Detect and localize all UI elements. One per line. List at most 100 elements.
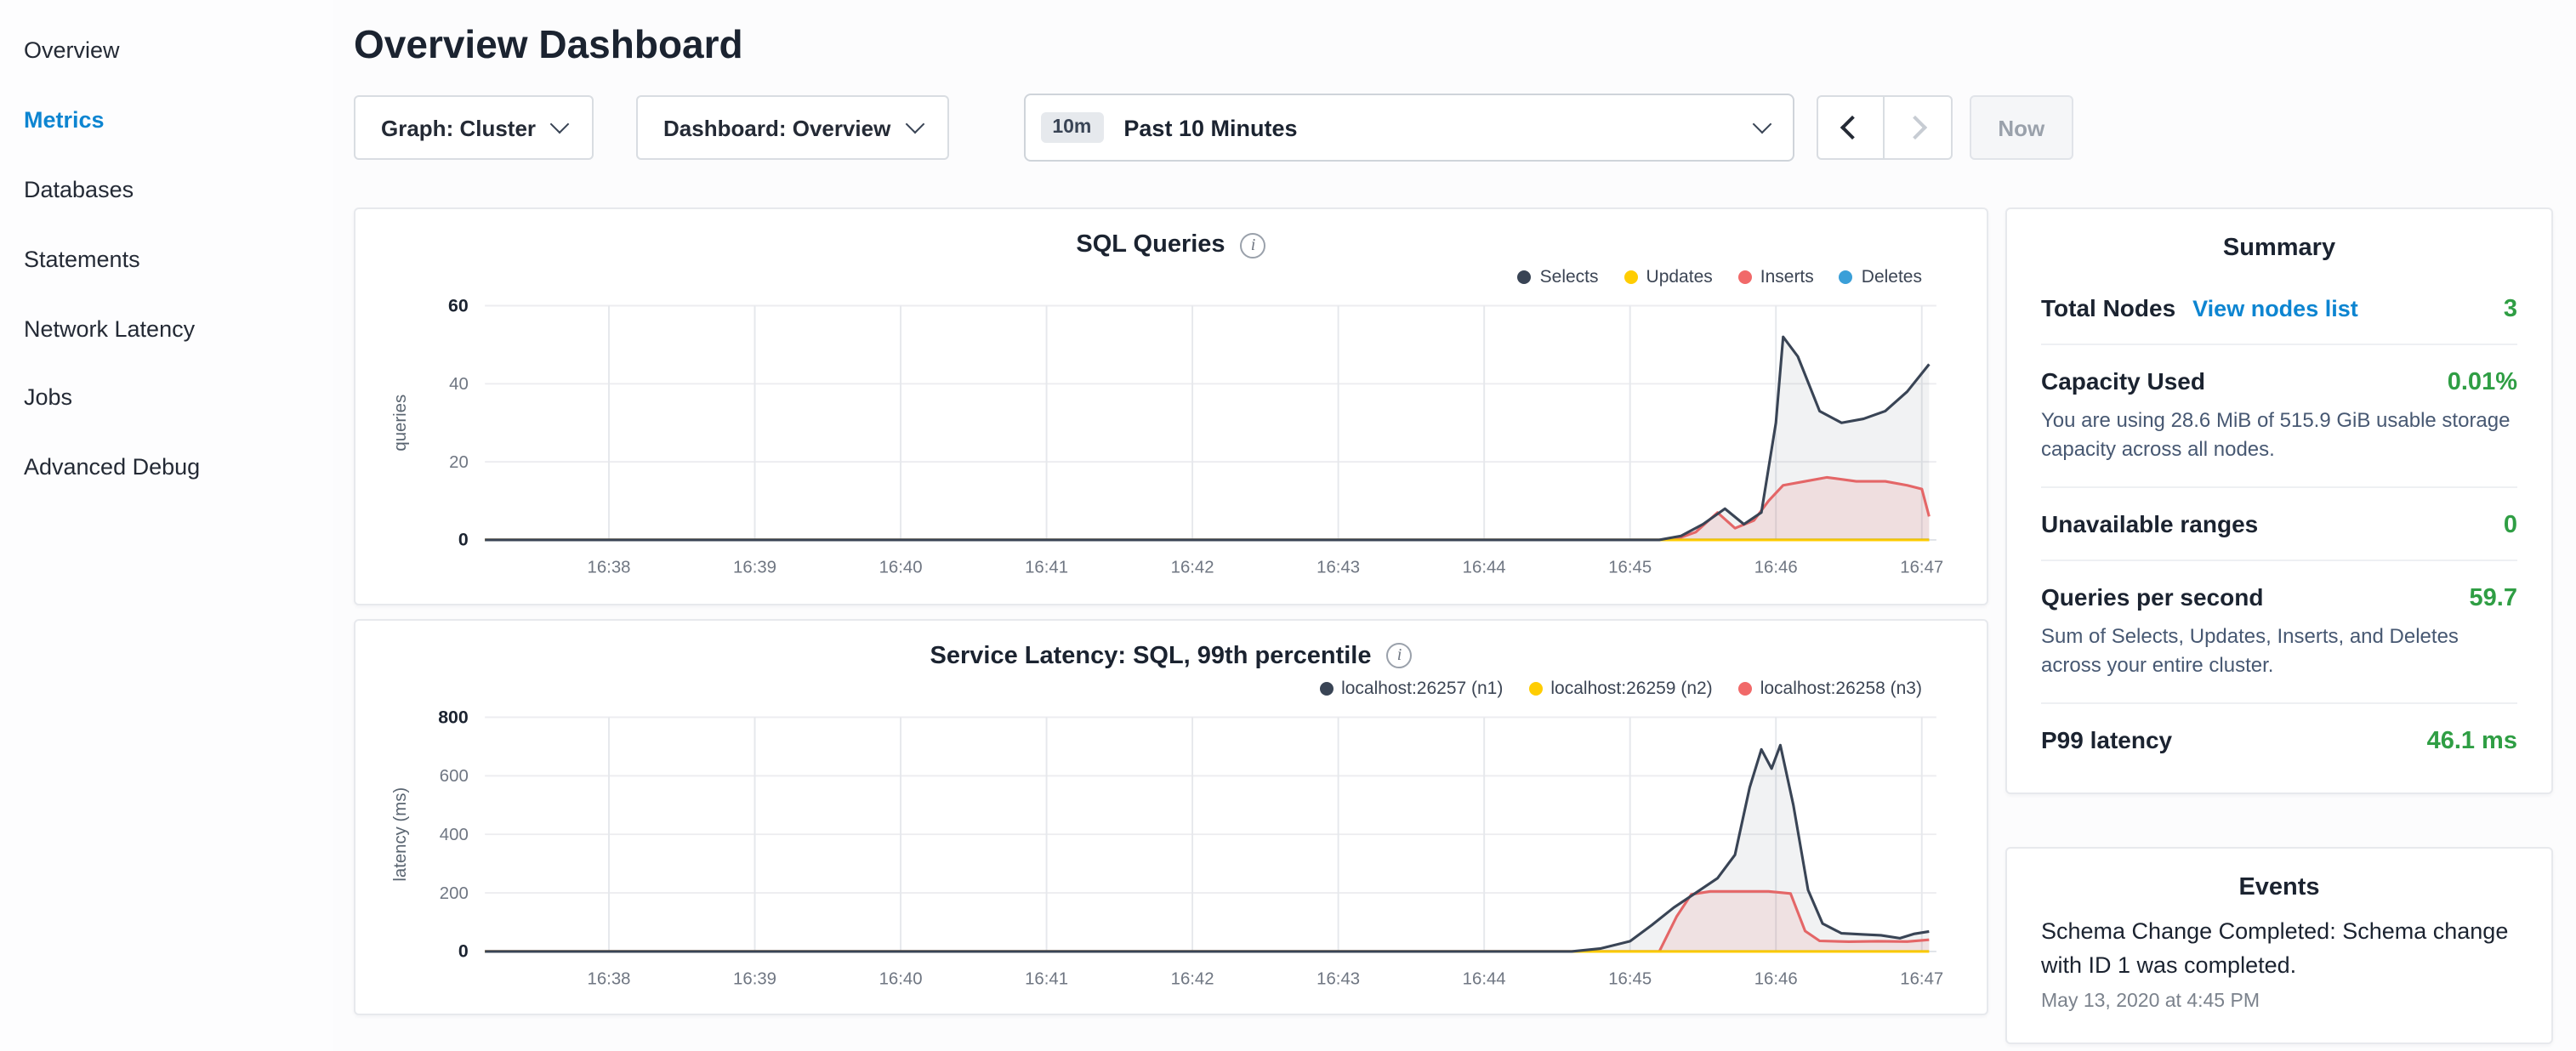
event-timestamp: May 13, 2020 at 4:45 PM: [2041, 991, 2517, 1012]
sidebar: Overview Metrics Databases Statements Ne…: [0, 0, 333, 1051]
time-back-button[interactable]: [1816, 95, 1884, 160]
chevron-down-icon: [905, 115, 924, 134]
summary-row-qps: Queries per second 59.7 Sum of Selects, …: [2041, 561, 2517, 704]
summary-row-capacity: Capacity Used 0.01% You are using 28.6 M…: [2041, 345, 2517, 488]
main-content: Overview Dashboard Graph: Cluster Dashbo…: [333, 0, 2576, 1051]
legend-dot-icon: [1624, 270, 1638, 284]
x-tick-label: 16:45: [1608, 969, 1652, 988]
view-nodes-list-link[interactable]: View nodes list: [2192, 296, 2358, 321]
x-tick-label: 16:43: [1316, 969, 1360, 988]
unavailable-ranges-value: 0: [2504, 512, 2517, 539]
legend-dot-icon: [1319, 681, 1333, 695]
qps-label: Queries per second: [2041, 583, 2263, 611]
legend-dot-icon: [1738, 681, 1752, 695]
legend-label: localhost:26259 (n2): [1550, 678, 1712, 698]
chevron-left-icon: [1840, 116, 1864, 139]
service-latency-chart-card: Service Latency: SQL, 99th percentile lo…: [354, 618, 1988, 1015]
legend-item: localhost:26257 (n1): [1319, 676, 1503, 700]
sidebar-item-statements[interactable]: Statements: [0, 225, 333, 295]
time-range-selector[interactable]: 10m Past 10 Minutes: [1023, 94, 1794, 162]
legend-item: localhost:26258 (n3): [1738, 676, 1922, 700]
y-axis-label: latency (ms): [391, 787, 410, 881]
chart-title: SQL Queries: [1076, 231, 1225, 258]
total-nodes-value: 3: [2504, 296, 2517, 323]
legend-label: Selects: [1540, 267, 1599, 287]
legend-label: Deletes: [1862, 267, 1922, 287]
qps-value: 59.7: [2470, 585, 2517, 612]
y-tick-label: 0: [458, 530, 469, 550]
sidebar-item-metrics[interactable]: Metrics: [0, 87, 333, 156]
y-tick-label: 0: [458, 940, 469, 961]
unavailable-ranges-label: Unavailable ranges: [2041, 510, 2258, 537]
legend-item: Inserts: [1738, 265, 1814, 289]
chevron-down-icon: [1752, 115, 1771, 134]
app-viewport: Overview Metrics Databases Statements Ne…: [0, 0, 2576, 1051]
chart-legend: Selects Updates Inserts Deletes: [379, 265, 1922, 289]
total-nodes-label: Total Nodes: [2041, 294, 2175, 321]
info-icon[interactable]: [1387, 643, 1413, 668]
y-tick-label: 40: [449, 375, 469, 394]
x-tick-label: 16:42: [1171, 969, 1214, 988]
legend-item: localhost:26259 (n2): [1528, 676, 1712, 700]
event-message: Schema Change Completed: Schema change w…: [2041, 914, 2517, 983]
chart-legend: localhost:26257 (n1) localhost:26259 (n2)…: [379, 676, 1922, 700]
chart-title: Service Latency: SQL, 99th percentile: [930, 642, 1372, 669]
y-tick-label: 600: [440, 766, 469, 785]
legend-item: Updates: [1624, 265, 1713, 289]
legend-label: localhost:26258 (n3): [1760, 678, 1922, 698]
x-tick-label: 16:42: [1171, 559, 1214, 577]
x-tick-label: 16:41: [1025, 969, 1068, 988]
summary-row-p99-latency: P99 latency 46.1 ms: [2041, 703, 2517, 761]
x-tick-label: 16:41: [1025, 559, 1068, 577]
summary-row-total-nodes: Total Nodes View nodes list 3: [2041, 272, 2517, 345]
legend-label: Updates: [1646, 267, 1713, 287]
x-tick-label: 16:39: [733, 559, 776, 577]
y-tick-label: 800: [438, 707, 469, 727]
summary-panel: Summary Total Nodes View nodes list 3 Ca…: [2005, 207, 2553, 793]
legend-item: Selects: [1518, 265, 1599, 289]
now-button[interactable]: Now: [1969, 95, 2073, 160]
info-icon[interactable]: [1241, 232, 1266, 258]
x-tick-label: 16:43: [1316, 559, 1360, 577]
sidebar-item-network-latency[interactable]: Network Latency: [0, 295, 333, 365]
y-tick-label: 60: [448, 295, 469, 315]
y-axis-label: queries: [391, 395, 410, 452]
time-forward-button[interactable]: [1884, 95, 1952, 160]
time-range-label: Past 10 Minutes: [1123, 115, 1297, 140]
legend-dot-icon: [1528, 681, 1542, 695]
time-range-badge: 10m: [1040, 112, 1103, 143]
summary-row-unavailable-ranges: Unavailable ranges 0: [2041, 488, 2517, 561]
y-tick-label: 20: [449, 453, 469, 472]
events-title: Events: [2041, 873, 2517, 900]
series-line: [485, 337, 1929, 540]
legend-item: Deletes: [1840, 265, 1922, 289]
legend-dot-icon: [1518, 270, 1532, 284]
x-tick-label: 16:45: [1608, 559, 1652, 577]
capacity-used-value: 0.01%: [2448, 369, 2517, 396]
x-tick-label: 16:40: [879, 969, 923, 988]
graph-dropdown[interactable]: Graph: Cluster: [354, 95, 594, 160]
sidebar-item-overview[interactable]: Overview: [0, 17, 333, 87]
x-tick-label: 16:47: [1900, 969, 1943, 988]
qps-description: Sum of Selects, Updates, Inserts, and De…: [2041, 622, 2517, 682]
sidebar-item-jobs[interactable]: Jobs: [0, 365, 333, 435]
series-area: [485, 337, 1929, 540]
x-tick-label: 16:38: [588, 969, 631, 988]
toolbar: Graph: Cluster Dashboard: Overview 10m P…: [354, 94, 2553, 162]
sidebar-item-databases[interactable]: Databases: [0, 156, 333, 226]
capacity-used-description: You are using 28.6 MiB of 515.9 GiB usab…: [2041, 406, 2517, 466]
charts-column: SQL Queries Selects Updates Inserts Deletes…: [354, 207, 1988, 1029]
x-tick-label: 16:46: [1754, 559, 1798, 577]
sql-queries-chart: 020406016:3816:3916:4016:4116:4216:4316:…: [379, 293, 1963, 586]
dashboard-dropdown[interactable]: Dashboard: Overview: [636, 95, 948, 160]
sql-queries-chart-card: SQL Queries Selects Updates Inserts Deletes…: [354, 207, 1988, 605]
graph-dropdown-label: Graph: Cluster: [381, 115, 536, 140]
y-tick-label: 200: [440, 883, 469, 902]
chevron-right-icon: [1902, 116, 1926, 139]
events-panel: Events Schema Change Completed: Schema c…: [2005, 846, 2553, 1044]
right-column: Summary Total Nodes View nodes list 3 Ca…: [2005, 207, 2553, 1044]
p99-latency-value: 46.1 ms: [2427, 727, 2517, 754]
summary-title: Summary: [2041, 235, 2517, 262]
x-tick-label: 16:39: [733, 969, 776, 988]
sidebar-item-advanced-debug[interactable]: Advanced Debug: [0, 435, 333, 504]
